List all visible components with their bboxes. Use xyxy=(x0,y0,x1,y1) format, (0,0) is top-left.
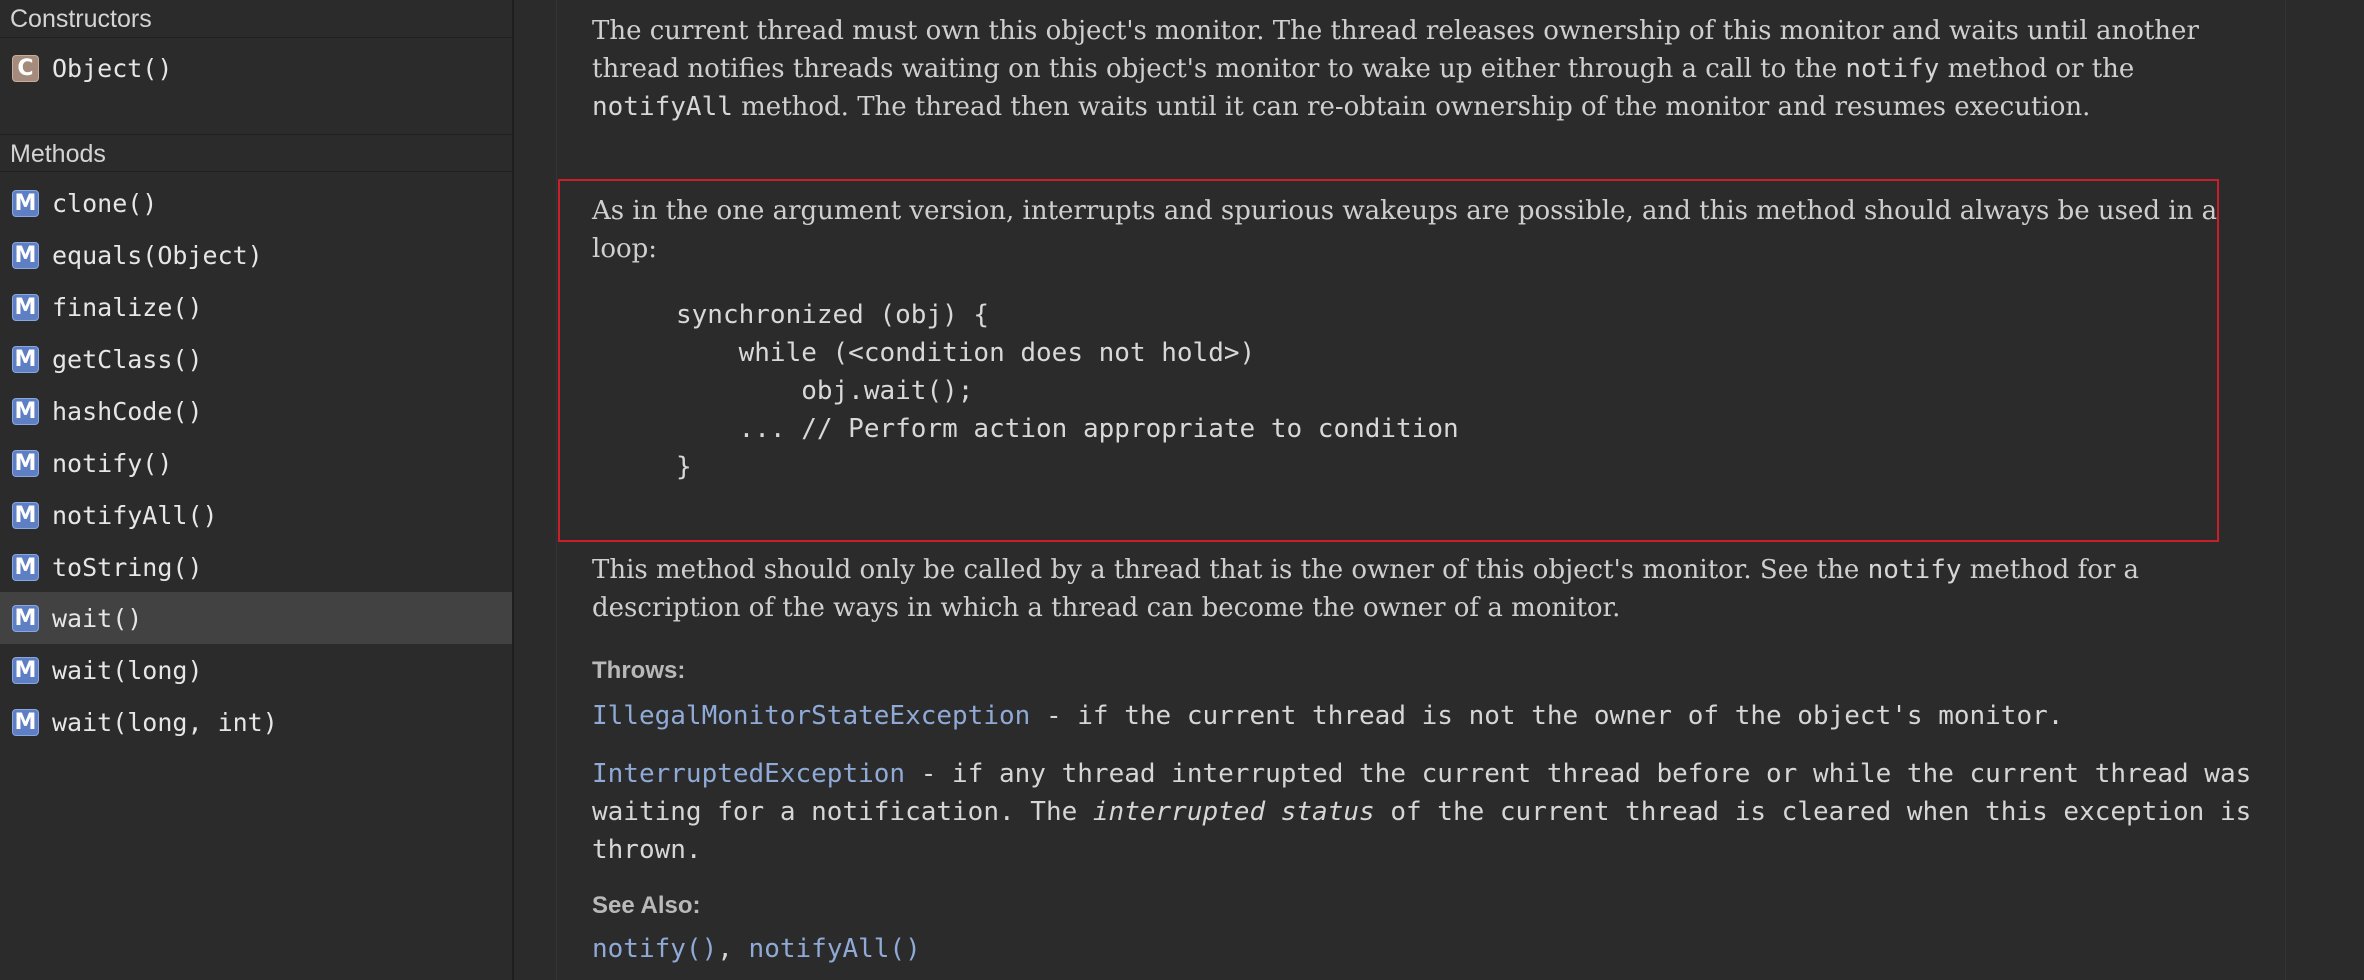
throws-label: Throws: xyxy=(592,657,686,684)
method-icon: M xyxy=(12,293,39,321)
throws-item: InterruptedException - if any thread int… xyxy=(592,755,2272,869)
method-icon: M xyxy=(12,397,39,425)
method-icon: M xyxy=(12,345,39,373)
method-icon: M xyxy=(12,553,39,581)
sidebar-item-label: finalize() xyxy=(52,292,203,322)
exception-link[interactable]: IllegalMonitorStateException xyxy=(592,701,1030,731)
constructors-header: Constructors xyxy=(0,0,512,38)
sidebar-item-method-wait-long-int[interactable]: M wait(long, int) xyxy=(0,696,512,748)
sidebar-item-method-tostring[interactable]: M toString() xyxy=(0,541,512,593)
method-icon: M xyxy=(12,241,39,269)
text-run: - if the current thread is not the owner… xyxy=(1030,701,2064,731)
inline-code: notifyAll xyxy=(592,92,733,122)
method-icon: M xyxy=(12,656,39,684)
sidebar-item-label: wait(long, int) xyxy=(52,707,278,737)
code-example: synchronized (obj) { while (<condition d… xyxy=(676,296,1459,486)
sidebar-item-label: hashCode() xyxy=(52,396,203,426)
sidebar-item-method-wait-long[interactable]: M wait(long) xyxy=(0,644,512,696)
sidebar-item-label: Object() xyxy=(52,53,173,83)
code-line: synchronized (obj) { xyxy=(676,300,990,330)
separator: , xyxy=(717,934,749,964)
see-also-link-notifyall[interactable]: notifyAll() xyxy=(749,934,921,964)
method-doc: The current thread must own this object'… xyxy=(592,0,2262,980)
text-run: method. The thread then waits until it c… xyxy=(732,92,2091,122)
method-icon: M xyxy=(12,189,39,217)
inline-code: notify xyxy=(1845,54,1940,84)
inline-code: notify xyxy=(1867,555,1962,585)
sidebar-item-method-notifyall[interactable]: M notifyAll() xyxy=(0,489,512,541)
sidebar-item-label: wait(long) xyxy=(52,655,203,685)
code-line: obj.wait(); xyxy=(676,376,974,406)
constructor-icon: C xyxy=(12,54,39,82)
sidebar-item-constructor-object[interactable]: C Object() xyxy=(0,42,512,94)
sidebar-item-label: clone() xyxy=(52,188,158,218)
sidebar-item-label: notifyAll() xyxy=(52,500,218,530)
sidebar-item-method-notify[interactable]: M notify() xyxy=(0,437,512,489)
sidebar-item-method-clone[interactable]: M clone() xyxy=(0,177,512,229)
sidebar-item-label: notify() xyxy=(52,448,173,478)
method-icon: M xyxy=(12,501,39,529)
see-also-link-notify[interactable]: notify() xyxy=(592,934,717,964)
sidebar-item-label: toString() xyxy=(52,552,203,582)
emphasis-text: interrupted status xyxy=(1092,797,1375,827)
doc-paragraph-monitor: The current thread must own this object'… xyxy=(592,12,2262,126)
method-icon: M xyxy=(12,708,39,736)
member-sidebar: Constructors C Object() Methods M clone(… xyxy=(0,0,514,980)
sidebar-item-method-wait[interactable]: M wait() xyxy=(0,592,512,644)
method-icon: M xyxy=(12,604,39,632)
method-icon: M xyxy=(12,449,39,477)
doc-paragraph-owner: This method should only be called by a t… xyxy=(592,551,2262,627)
sidebar-item-label: wait() xyxy=(52,603,143,633)
sidebar-item-label: equals(Object) xyxy=(52,240,263,270)
code-line: ... // Perform action appropriate to con… xyxy=(676,414,1459,444)
see-also-label: See Also: xyxy=(592,892,701,919)
exception-link[interactable]: InterruptedException xyxy=(592,759,905,789)
code-line: while (<condition does not hold>) xyxy=(676,338,1256,368)
text-run: method or the xyxy=(1939,54,2135,84)
sidebar-item-method-getclass[interactable]: M getClass() xyxy=(0,333,512,385)
doc-paragraph-loop: As in the one argument version, interrup… xyxy=(592,196,2218,264)
sidebar-item-label: getClass() xyxy=(52,344,203,374)
methods-header: Methods xyxy=(0,134,512,172)
sidebar-item-method-finalize[interactable]: M finalize() xyxy=(0,281,512,333)
sidebar-item-method-equals[interactable]: M equals(Object) xyxy=(0,229,512,281)
code-line: } xyxy=(676,452,692,482)
see-also-list: notify(), notifyAll() xyxy=(592,930,2272,968)
throws-item: IllegalMonitorStateException - if the cu… xyxy=(592,697,2272,735)
sidebar-item-method-hashcode[interactable]: M hashCode() xyxy=(0,385,512,437)
text-run: This method should only be called by a t… xyxy=(592,555,1868,585)
